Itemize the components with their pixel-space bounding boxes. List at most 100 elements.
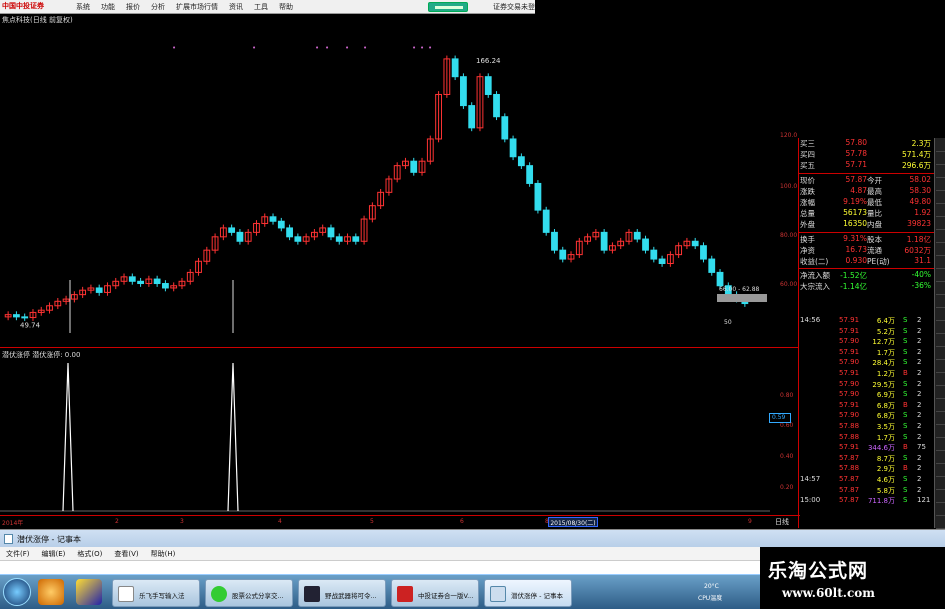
menu-item-quote[interactable]: 报价	[126, 2, 140, 12]
taskbar-button-broker[interactable]: 中投证券合一版V...	[391, 579, 479, 607]
sidebar-button-3[interactable]	[936, 166, 945, 178]
sidebar-button-6[interactable]	[936, 205, 945, 217]
sidebar-button-9[interactable]	[936, 244, 945, 256]
sidebar-button-30[interactable]	[936, 517, 945, 529]
notepad-titlebar[interactable]: 潜伏涨停 - 记事本	[0, 529, 945, 547]
menu-item-info[interactable]: 资讯	[229, 2, 243, 12]
sidebar-button-16[interactable]	[936, 335, 945, 347]
sidebar-button-4[interactable]	[936, 179, 945, 191]
notepad-menu-file[interactable]: 文件(F)	[6, 549, 30, 560]
sidebar-button-19[interactable]	[936, 374, 945, 386]
sidebar-button-23[interactable]	[936, 426, 945, 438]
sidebar-button-29[interactable]	[936, 504, 945, 516]
quote-separator	[799, 172, 934, 174]
sidebar-button-2[interactable]	[936, 153, 945, 165]
notepad-text-area[interactable]	[0, 561, 760, 574]
tick-price: 57.91	[839, 400, 860, 409]
tick-row[interactable]: 57.87 5.8万 S 2	[799, 486, 934, 497]
tick-row[interactable]: 57.88 3.5万 S 2	[799, 422, 934, 433]
tick-row[interactable]: 14:57 57.87 4.6万 S 2	[799, 475, 934, 486]
notepad-menu-format[interactable]: 格式(O)	[77, 549, 102, 560]
tick-row[interactable]: 57.91 344.6万 B 75	[799, 443, 934, 454]
menu-item-extended-market[interactable]: 扩展市场行情	[176, 2, 218, 12]
menu-item-analysis[interactable]: 分析	[151, 2, 165, 12]
sidebar-button-10[interactable]	[936, 257, 945, 269]
menu-item-help[interactable]: 帮助	[279, 2, 293, 12]
taskbar-button-share[interactable]: 股票公式分享交...	[205, 579, 293, 607]
tick-price: 57.88	[839, 464, 860, 473]
tick-volume: 6.9万	[876, 391, 895, 400]
media-player-icon[interactable]	[38, 579, 64, 605]
quote-separator	[799, 231, 934, 233]
tick-row[interactable]: 57.90 6.9万 S 2	[799, 390, 934, 401]
sidebar-button-5[interactable]	[936, 192, 945, 204]
sidebar-button-14[interactable]	[936, 309, 945, 321]
sidebar-button-20[interactable]	[936, 387, 945, 399]
period-label[interactable]: 日线	[775, 517, 789, 527]
sidebar-button-26[interactable]	[936, 465, 945, 477]
sidebar-button-13[interactable]	[936, 296, 945, 308]
sidebar-button-27[interactable]	[936, 478, 945, 490]
taskbar-button-game[interactable]: 野战武器将可令...	[298, 579, 386, 607]
tick-row[interactable]: 57.91 1.2万 B 2	[799, 369, 934, 380]
menu-item-function[interactable]: 功能	[101, 2, 115, 12]
sidebar-button-28[interactable]	[936, 491, 945, 503]
tick-time: 14:56	[800, 316, 821, 324]
tick-row[interactable]: 14:56 57.91 6.4万 S 2	[799, 316, 934, 327]
sidebar-button-21[interactable]	[936, 400, 945, 412]
trade-login-link[interactable]: 证券交易未登	[493, 2, 535, 12]
date-axis: 2014年 2 3 4 5 6 8 9	[0, 515, 800, 529]
sidebar-button-18[interactable]	[936, 361, 945, 373]
price-tick-label: 60.00	[780, 281, 798, 288]
tick-row[interactable]: 57.88 2.9万 B 2	[799, 464, 934, 475]
tick-row[interactable]: 57.91 6.8万 B 2	[799, 401, 934, 412]
taskbar-button-notepad[interactable]: 潜伏涨停 - 记事本	[484, 579, 572, 607]
tick-row[interactable]: 57.91 5.2万 S 2	[799, 327, 934, 338]
tick-count: 2	[917, 432, 922, 441]
tick-row[interactable]: 57.90 6.8万 S 2	[799, 411, 934, 422]
tick-row[interactable]: 57.88 1.7万 S 2	[799, 433, 934, 444]
price-axis: 120.0 100.0 80.00 60.00	[770, 28, 798, 346]
sidebar-button-22[interactable]	[936, 413, 945, 425]
sidebar-button-1[interactable]	[936, 140, 945, 152]
candle-body	[600, 231, 608, 251]
tick-volume: 5.2万	[876, 327, 895, 336]
menu-item-tools[interactable]: 工具	[254, 2, 268, 12]
notepad-menu-edit[interactable]: 编辑(E)	[42, 549, 66, 560]
tick-row[interactable]: 57.91 1.7万 S 2	[799, 348, 934, 359]
sidebar-button-15[interactable]	[936, 322, 945, 334]
menu-item-system[interactable]: 系统	[76, 2, 90, 12]
tick-row[interactable]: 57.90 12.7万 S 2	[799, 337, 934, 348]
sidebar-button-17[interactable]	[936, 348, 945, 360]
sidebar-button-12[interactable]	[936, 283, 945, 295]
candle-body	[352, 236, 360, 242]
tick-row[interactable]: 57.87 8.7万 S 2	[799, 454, 934, 465]
start-button-icon[interactable]	[3, 578, 31, 606]
quote-value2: 39823	[907, 219, 931, 229]
candle-body	[468, 105, 476, 129]
sidebar-button-24[interactable]	[936, 439, 945, 451]
main-menu: 系统 功能 报价 分析 扩展市场行情 资讯 工具 帮助	[76, 2, 293, 12]
tick-time: 14:57	[800, 474, 821, 483]
system-tray[interactable]: 20°C CPU温度	[690, 581, 756, 607]
tick-row[interactable]: 57.90 29.5万 S 2	[799, 380, 934, 391]
sidebar-button-7[interactable]	[936, 218, 945, 230]
tick-row[interactable]: 15:00 57.87 711.8万 S 121	[799, 496, 934, 507]
quote-panel: 买三 57.80 2.3万 买四 57.78 571.4万 买五 57.71 296.6万 现价 5…	[799, 138, 934, 292]
indicator-chart[interactable]	[0, 348, 770, 514]
candle-body	[501, 116, 509, 140]
sidebar-button-25[interactable]	[936, 452, 945, 464]
taskbar-button-handwriting[interactable]: 乐飞手写输入法	[112, 579, 200, 607]
tick-list[interactable]: 14:56 57.91 6.4万 S 2 57.91 5.2万 S 2 57.90 12.7万 S 2 5…	[799, 316, 934, 507]
tick-row[interactable]: 57.90 28.4万 S 2	[799, 358, 934, 369]
sidebar-button-8[interactable]	[936, 231, 945, 243]
quote-toggle-button[interactable]	[428, 2, 468, 12]
pen-tool-icon[interactable]	[76, 579, 102, 605]
candle-body	[517, 156, 525, 167]
notepad-menu-help[interactable]: 帮助(H)	[151, 549, 176, 560]
tick-side: S	[903, 379, 908, 388]
candlestick-chart[interactable]: 166.24 49.74 66.00 - 62.88 50 • • • • • • • • •	[0, 28, 770, 346]
tick-side: S	[903, 337, 908, 346]
notepad-menu-view[interactable]: 查看(V)	[114, 549, 138, 560]
sidebar-button-11[interactable]	[936, 270, 945, 282]
